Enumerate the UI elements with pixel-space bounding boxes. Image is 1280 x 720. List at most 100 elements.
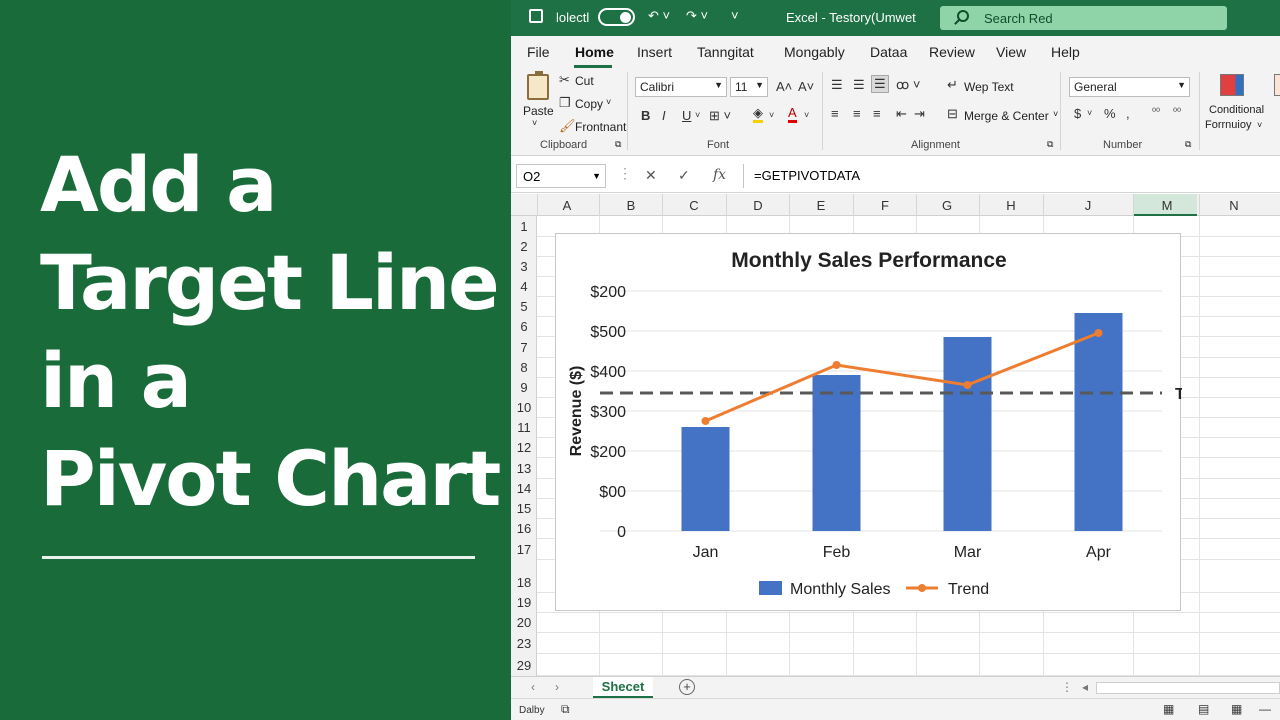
tab-insert[interactable]: Insert (637, 44, 672, 60)
wrap-text-button[interactable]: Wep Text (964, 80, 1014, 94)
currency-dropdown-icon[interactable]: ˅ (1087, 108, 1092, 118)
column-header[interactable]: C (664, 198, 724, 213)
row-header[interactable]: 29 (511, 658, 537, 673)
merge-center-icon[interactable]: ⊟ (947, 106, 958, 122)
column-header[interactable]: H (981, 198, 1041, 213)
page-break-view-icon[interactable]: ▦ (1231, 702, 1242, 716)
row-header[interactable]: 9 (511, 380, 537, 395)
save-icon[interactable] (529, 9, 543, 23)
row-header[interactable]: 17 (511, 542, 537, 557)
column-header[interactable]: N (1204, 198, 1264, 213)
row-header[interactable]: 16 (511, 521, 537, 536)
copy-dropdown-icon[interactable]: ˅ (606, 97, 611, 107)
tab-data[interactable]: Dataa (870, 44, 907, 60)
decrease-decimal-icon[interactable]: ⁰⁰ (1173, 107, 1181, 118)
prev-sheet-icon[interactable]: ‹ (531, 680, 535, 694)
search-box[interactable]: Search Red (940, 6, 1227, 30)
align-top-icon[interactable]: ☰ (831, 77, 843, 93)
redo-icon[interactable]: ↷ ˅ (686, 8, 708, 24)
decrease-font-icon[interactable]: A˅ (798, 79, 814, 94)
merge-dropdown-icon[interactable]: ˅ (1053, 109, 1058, 119)
row-header[interactable]: 23 (511, 636, 537, 651)
insert-function-icon[interactable]: fx (713, 167, 726, 183)
tab-formulas[interactable]: Mongably (784, 44, 845, 60)
row-header[interactable]: 13 (511, 461, 537, 476)
paste-dropdown-icon[interactable]: ˅ (532, 118, 537, 128)
customize-qat-icon[interactable]: ˅ (731, 8, 739, 23)
name-box[interactable]: O2 ▼ (516, 164, 606, 188)
font-color-dropdown-icon[interactable]: ˅ (804, 110, 809, 120)
zoom-out-icon[interactable]: — (1259, 702, 1271, 716)
paste-icon[interactable] (527, 71, 549, 100)
cut-button[interactable]: Cut (575, 74, 594, 88)
borders-icon[interactable]: ⊞ ˅ (709, 108, 731, 124)
merge-center-button[interactable]: Merge & Center (964, 109, 1049, 123)
normal-view-icon[interactable]: ▦ (1163, 702, 1174, 716)
orientation-icon[interactable]: ꝏ ˅ (896, 77, 920, 93)
font-size-select[interactable]: 11 ▼ (730, 77, 768, 97)
column-header[interactable]: D (728, 198, 788, 213)
row-header[interactable]: 7 (511, 340, 537, 355)
row-header[interactable]: 4 (511, 279, 537, 294)
row-header[interactable]: 2 (511, 239, 537, 254)
row-header[interactable]: 14 (511, 481, 537, 496)
font-color-icon[interactable]: A (788, 106, 797, 123)
alignment-launcher-icon[interactable]: ⧉ (1047, 139, 1053, 150)
column-header[interactable]: J (1058, 198, 1118, 213)
format-painter-icon[interactable]: 🖌 (559, 118, 576, 134)
tab-file[interactable]: File (527, 44, 550, 60)
pivot-chart[interactable]: Monthly Sales Performance $200 $500 $400 $30… (555, 233, 1182, 611)
column-header[interactable]: A (537, 198, 597, 213)
conditional-formatting-icon[interactable] (1220, 74, 1244, 96)
font-name-select[interactable]: Calibri ▼ (635, 77, 727, 97)
sheet-tab-active[interactable]: Shecet (593, 677, 653, 699)
currency-button[interactable]: $ (1074, 106, 1081, 121)
row-header[interactable]: 5 (511, 299, 537, 314)
row-header[interactable]: 20 (511, 615, 537, 630)
column-header[interactable]: E (791, 198, 851, 213)
row-header[interactable]: 1 (511, 219, 537, 234)
horizontal-scrollbar[interactable] (1096, 682, 1280, 694)
copy-icon[interactable]: ❐ (559, 95, 571, 111)
percent-button[interactable]: % (1104, 106, 1116, 121)
fill-color-icon[interactable]: ◈ (753, 106, 763, 123)
formula-input[interactable]: =GETPIVOTDATA (743, 164, 1280, 188)
column-header[interactable]: B (601, 198, 661, 213)
format-as-table-icon[interactable] (1274, 74, 1280, 96)
next-sheet-icon[interactable]: › (555, 680, 559, 694)
column-header-selected[interactable]: M (1137, 198, 1197, 213)
row-header[interactable]: 12 (511, 440, 537, 455)
underline-button[interactable]: U (682, 108, 691, 123)
comma-style-icon[interactable]: , (1126, 106, 1130, 121)
row-header[interactable]: 19 (511, 595, 537, 610)
format-painter-button[interactable]: Frontnant (575, 120, 626, 134)
number-launcher-icon[interactable]: ⧉ (1185, 139, 1191, 150)
align-center-icon[interactable]: ≡ (853, 106, 861, 121)
row-header[interactable]: 10 (511, 400, 537, 415)
cancel-icon[interactable]: ✕ (645, 167, 657, 184)
copy-button[interactable]: Copy (575, 97, 603, 111)
paste-button[interactable]: Paste (523, 104, 554, 118)
align-right-icon[interactable]: ≡ (873, 106, 881, 121)
decrease-indent-icon[interactable]: ⇤ (896, 106, 907, 122)
row-header[interactable]: 11 (511, 420, 537, 435)
number-format-select[interactable]: General ▼ (1069, 77, 1190, 97)
row-header[interactable]: 3 (511, 259, 537, 274)
row-header[interactable]: 15 (511, 501, 537, 516)
tab-home[interactable]: Home (575, 44, 614, 60)
row-header[interactable]: 8 (511, 360, 537, 375)
row-header[interactable]: 18 (511, 575, 537, 590)
column-header[interactable]: G (917, 198, 977, 213)
wrap-text-icon[interactable]: ↵ (947, 77, 958, 93)
align-bottom-icon[interactable]: ☰ (871, 75, 889, 93)
column-header[interactable]: F (855, 198, 915, 213)
align-middle-icon[interactable]: ☰ (853, 77, 865, 93)
worksheet-grid[interactable]: 1 2 3 4 5 6 7 8 9 10 11 12 13 14 15 16 17 18 19 20 23 29 Mont… (511, 216, 1280, 676)
conditional-formatting-button[interactable]: Conditional (1209, 104, 1264, 116)
tab-help[interactable]: Help (1051, 44, 1080, 60)
conditional-dropdown-icon[interactable]: ˅ (1257, 120, 1262, 130)
italic-button[interactable]: I (662, 108, 666, 123)
tab-view[interactable]: View (996, 44, 1026, 60)
increase-font-icon[interactable]: A˄ (776, 79, 792, 94)
row-header[interactable]: 6 (511, 319, 537, 334)
